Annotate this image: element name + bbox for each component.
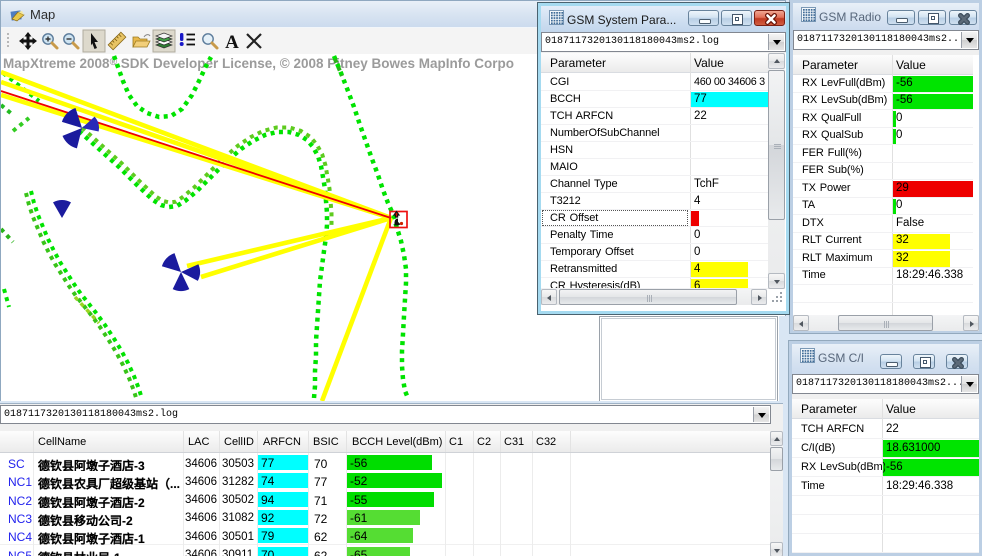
svg-text:A: A	[225, 32, 239, 53]
